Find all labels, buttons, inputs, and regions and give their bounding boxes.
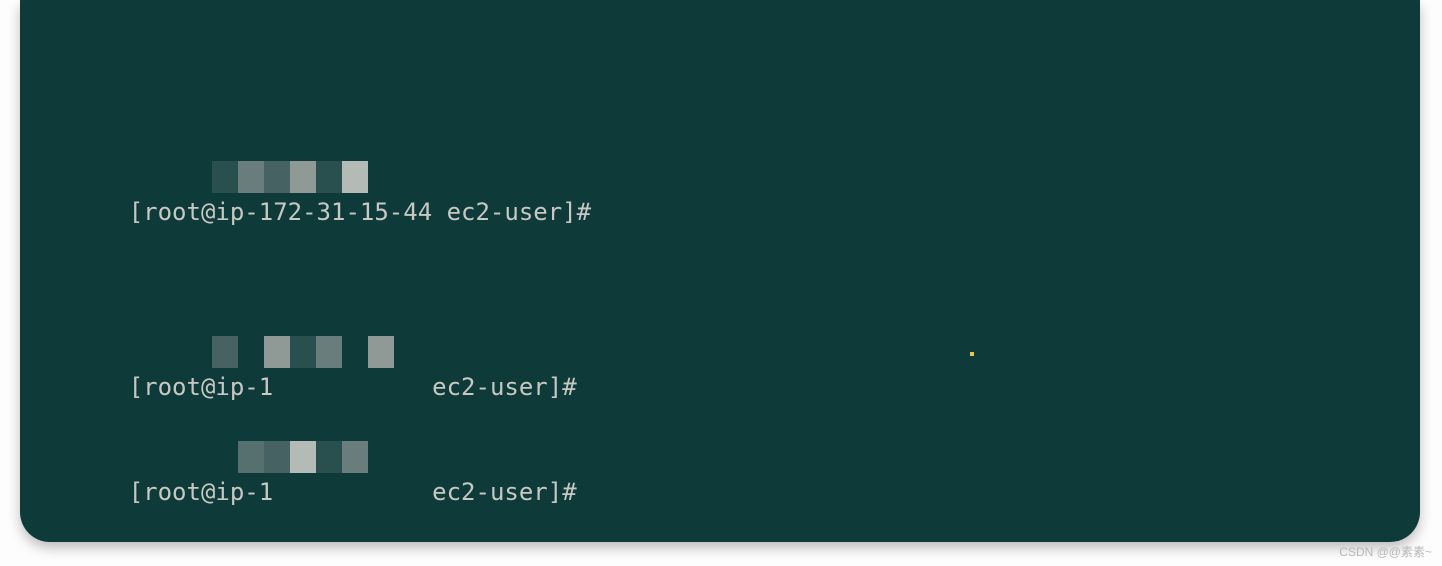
redaction-block	[212, 336, 402, 368]
terminal-line: [root@ip-1 ec2-user]#	[42, 335, 1420, 370]
prompt-tail: ec2-user]#	[432, 373, 591, 401]
terminal-line: [root@ip-1 ec2-user]#	[42, 440, 1420, 475]
yellow-dot	[970, 352, 974, 356]
terminal-content[interactable]: [root@ip-172-31-15-44 ec2-user]# [root@i…	[20, 20, 1420, 542]
watermark: CSDN @@素素~	[1339, 543, 1432, 560]
prompt-partial: [root@ip-1	[129, 373, 274, 401]
prompt-partial: [root@ip-1	[129, 478, 274, 506]
prompt-tail: ec2-user]#	[432, 478, 591, 506]
terminal-window[interactable]: [root@ip-172-31-15-44 ec2-user]# [root@i…	[20, 0, 1420, 542]
redaction-block	[212, 441, 402, 473]
prompt: [root@ip-172-31-15-44 ec2-user]#	[129, 198, 606, 226]
redaction-block	[212, 161, 402, 193]
terminal-line: [root@ip-172-31-15-44 ec2-user]#	[42, 160, 1420, 195]
